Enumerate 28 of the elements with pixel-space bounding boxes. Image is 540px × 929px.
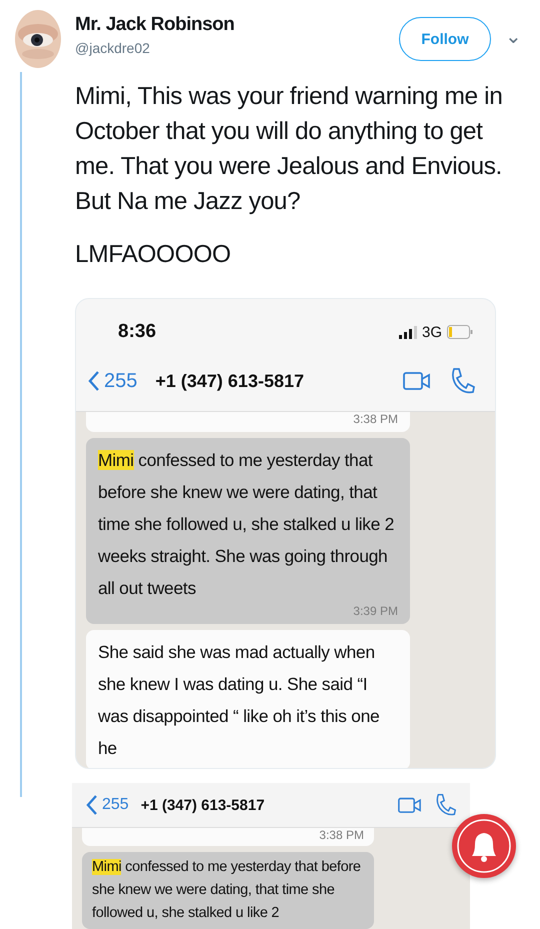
message-time: 3:39 PM: [353, 604, 398, 618]
signal-icon: [398, 326, 417, 338]
back-chevron-icon: [88, 370, 100, 392]
back-chevron-icon: [86, 794, 98, 816]
tweet-text: Mimi, This was your friend warning me in October that you will do anything to get me. That you were Jealous and Envious. But Na me Jazz you?: [75, 82, 504, 217]
message-text: Mimi confessed to me yesterday that before she knew we were dating, that time she followed u, she stalked u like 2 weeks straight. She was going through all out tweets: [98, 449, 396, 600]
back-link[interactable]: 255: [86, 794, 129, 816]
video-camera-icon[interactable]: [398, 796, 422, 814]
phone-icon[interactable]: [449, 367, 475, 395]
battery-icon: [447, 325, 473, 339]
message-time: 3:38 PM: [353, 412, 398, 426]
network-label: 3G: [422, 324, 442, 340]
bell-icon: [456, 818, 512, 874]
phone-icon[interactable]: [434, 793, 456, 817]
status-time: 8:36: [118, 321, 156, 343]
notification-button[interactable]: [452, 814, 516, 878]
message-time: 3:38 PM: [319, 828, 364, 842]
author-handle: @jackdre02: [75, 40, 151, 56]
contact-number: +1 (347) 613-5817: [155, 370, 305, 392]
back-link[interactable]: 255: [88, 370, 138, 392]
message-text: Mimi confessed to me yesterday that before she knew we were dating, that time she followed u, she stalked u like 2: [92, 858, 362, 923]
message-text: She said she was mad actually when she knew I was dating u. She said “I was disappointed “ like oh it’s this one he: [98, 641, 380, 760]
contact-number: +1 (347) 613-5817: [140, 796, 266, 814]
menu-caret[interactable]: ⌄: [491, 24, 522, 49]
follow-button[interactable]: Follow: [399, 17, 491, 61]
author-name: Mr. Jack Robinson: [75, 14, 236, 36]
video-camera-icon[interactable]: [403, 370, 431, 392]
tweet-text: LMFAOOOOO: [75, 240, 232, 270]
